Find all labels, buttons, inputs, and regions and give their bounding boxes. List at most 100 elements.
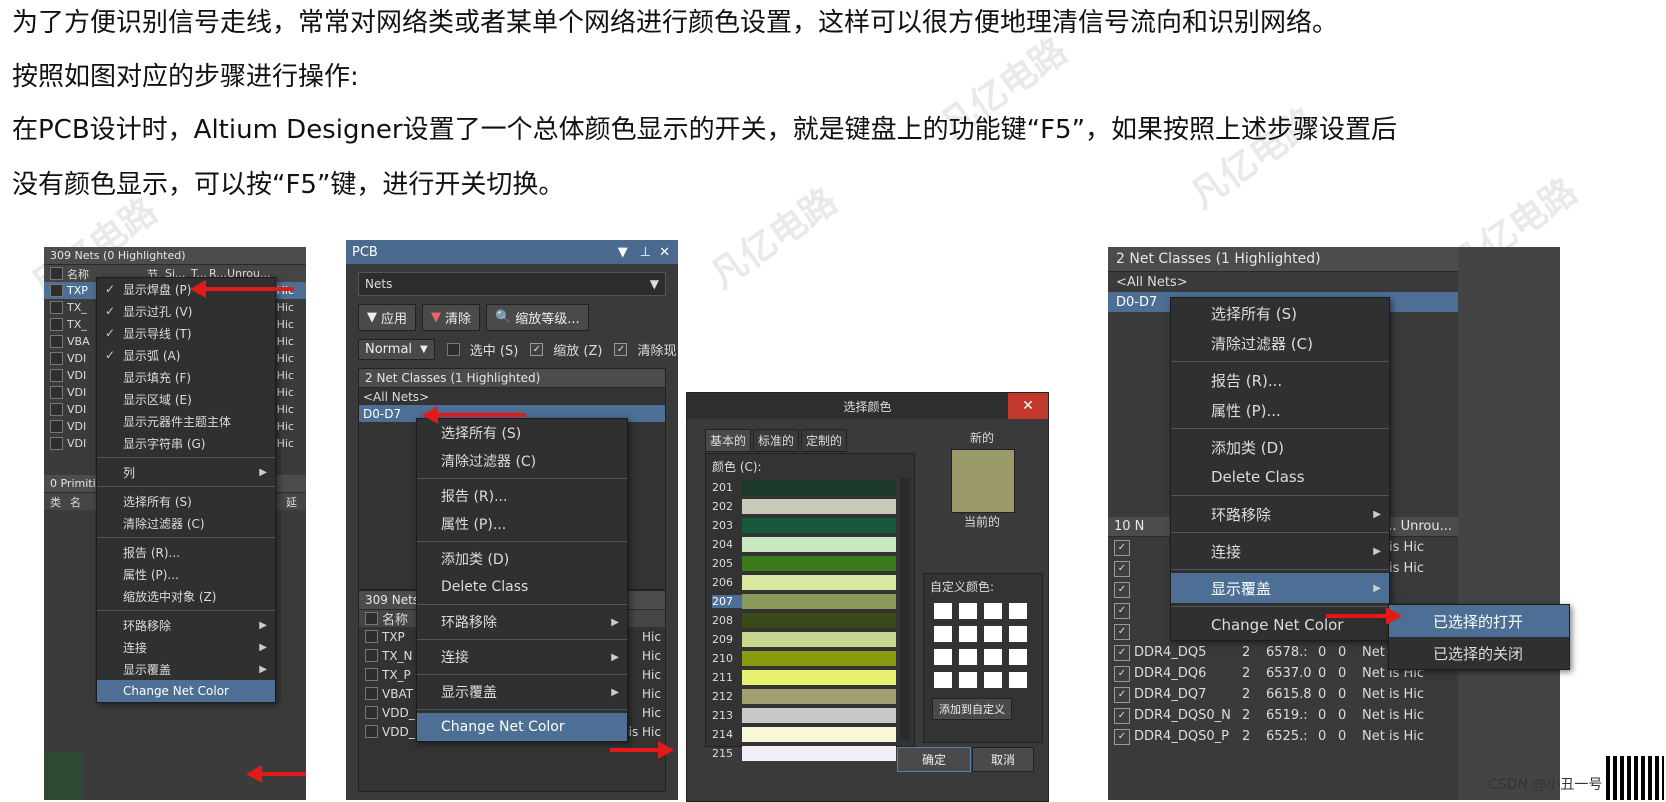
color-swatch-row[interactable]: 206 xyxy=(712,573,896,592)
row-checkbox[interactable]: ✓ xyxy=(1114,728,1130,745)
add-to-custom-button[interactable]: 添加到自定义 xyxy=(932,698,1012,720)
menu-item[interactable]: 属性 (P)... xyxy=(417,510,627,538)
color-swatch[interactable] xyxy=(742,727,896,742)
tab-basic[interactable]: 基本的 xyxy=(705,429,752,452)
row-checkbox[interactable] xyxy=(365,706,378,719)
row-checkbox[interactable] xyxy=(50,369,63,382)
menu-item[interactable]: 添加类 (D) xyxy=(417,545,627,573)
col-class[interactable]: 类 xyxy=(44,494,70,510)
class-row[interactable]: <All Nets> xyxy=(1108,272,1458,292)
menu-item[interactable]: 显示字符串 (G) xyxy=(97,432,275,454)
class-row[interactable]: <All Nets> xyxy=(359,388,665,405)
custom-color-slot[interactable] xyxy=(984,603,1002,619)
menu-item[interactable]: 连接 ▶ xyxy=(1171,536,1389,566)
menu-item[interactable]: 报告 (R)... xyxy=(417,482,627,510)
menu-item[interactable]: 显示元器件主题主体 xyxy=(97,410,275,432)
menu-item[interactable]: 缩放选中对象 (Z) xyxy=(97,585,275,607)
menu-item[interactable]: 连接 ▶ xyxy=(97,636,275,658)
row-checkbox[interactable] xyxy=(50,301,63,314)
color-swatch-row[interactable]: 203 xyxy=(712,516,896,535)
row-checkbox[interactable] xyxy=(365,668,378,681)
menu-item[interactable]: 选择所有 (S) xyxy=(417,419,627,447)
menu-item[interactable]: Delete Class xyxy=(417,573,627,601)
menu-item[interactable]: 选择所有 (S) xyxy=(1171,298,1389,328)
color-swatch[interactable] xyxy=(742,651,896,666)
custom-color-slot[interactable] xyxy=(959,672,977,688)
col-name[interactable]: 名称 xyxy=(382,609,408,628)
color-swatch-row[interactable]: 202 xyxy=(712,497,896,516)
col-unrouted[interactable]: ... Unrou... xyxy=(1384,519,1452,534)
menu-item[interactable]: 添加类 (D) xyxy=(1171,432,1389,462)
color-swatch-row[interactable]: 207 xyxy=(712,592,896,611)
row-checkbox[interactable] xyxy=(50,335,63,348)
row-checkbox[interactable]: ✓ xyxy=(1114,602,1130,619)
menu-item[interactable]: ✓ 显示导线 (T) xyxy=(97,322,275,344)
row-checkbox[interactable] xyxy=(50,284,63,297)
menu-item[interactable]: 属性 (P)... xyxy=(1171,395,1389,425)
custom-color-slot[interactable] xyxy=(1009,672,1027,688)
menu-item[interactable]: Change Net Color xyxy=(97,680,275,702)
close-icon[interactable]: ✕ xyxy=(659,245,670,260)
menu-item[interactable]: 报告 (R)... xyxy=(1171,365,1389,395)
ok-button[interactable]: 确定 xyxy=(897,747,972,772)
color-swatch-row[interactable]: 211 xyxy=(712,668,896,687)
row-checkbox[interactable] xyxy=(50,437,63,450)
menu-item[interactable]: Delete Class xyxy=(1171,462,1389,492)
menu-item[interactable]: Change Net Color xyxy=(417,713,627,741)
color-swatch-row[interactable]: 204 xyxy=(712,535,896,554)
color-swatch-row[interactable]: 210 xyxy=(712,649,896,668)
color-swatch-row[interactable]: 201 xyxy=(712,478,896,497)
custom-color-slot[interactable] xyxy=(934,626,952,642)
color-scrollbar[interactable] xyxy=(900,478,910,740)
color-swatch[interactable] xyxy=(742,670,896,685)
row-checkbox[interactable]: ✓ xyxy=(1114,644,1130,661)
menu-item[interactable]: 列 ▶ xyxy=(97,461,275,483)
tab-custom[interactable]: 定制的 xyxy=(801,429,848,452)
close-icon[interactable]: ✕ xyxy=(1008,393,1048,419)
color-swatch-row[interactable]: 213 xyxy=(712,706,896,725)
menu-item[interactable]: 显示区域 (E) xyxy=(97,388,275,410)
cancel-button[interactable]: 取消 xyxy=(972,747,1035,772)
tab-standard[interactable]: 标准的 xyxy=(753,429,800,452)
custom-color-slot[interactable] xyxy=(1009,649,1027,665)
mode-select[interactable]: Normal ▼ xyxy=(358,339,435,360)
row-checkbox[interactable]: ✓ xyxy=(1114,581,1130,598)
color-swatch-row[interactable]: 205 xyxy=(712,554,896,573)
custom-color-slot[interactable] xyxy=(984,649,1002,665)
color-swatch[interactable] xyxy=(742,480,896,495)
custom-color-slot[interactable] xyxy=(934,603,952,619)
menu-item[interactable]: 清除过滤器 (C) xyxy=(417,447,627,475)
menu-item[interactable]: 连接 ▶ xyxy=(417,643,627,671)
zoom-checkbox[interactable]: ✓ xyxy=(530,343,544,356)
row-checkbox[interactable] xyxy=(50,386,63,399)
color-swatch[interactable] xyxy=(742,556,896,571)
menu-item[interactable]: 清除过滤器 (C) xyxy=(97,512,275,534)
select-checkbox[interactable] xyxy=(446,343,460,356)
clear-existing-checkbox[interactable]: ✓ xyxy=(614,343,628,356)
color-swatch-row[interactable]: 209 xyxy=(712,630,896,649)
row-checkbox[interactable] xyxy=(365,649,378,662)
column-checkbox[interactable] xyxy=(365,612,378,625)
row-checkbox[interactable] xyxy=(365,630,378,643)
column-checkbox[interactable] xyxy=(50,267,63,280)
custom-color-slot[interactable] xyxy=(1009,626,1027,642)
menu-item[interactable]: 清除过滤器 (C) xyxy=(1171,328,1389,358)
menu-item[interactable]: 选择所有 (S) xyxy=(97,490,275,512)
apply-button[interactable]: ▼ 应用 xyxy=(358,304,417,331)
color-swatch[interactable] xyxy=(742,537,896,552)
dropdown-icon[interactable]: ▼ xyxy=(618,245,628,260)
custom-color-slot[interactable] xyxy=(984,672,1002,688)
row-checkbox[interactable] xyxy=(365,687,378,700)
net-row[interactable]: ✓ DDR4_DQ7 2 6615.8 0 0 Net is Hic xyxy=(1108,684,1458,705)
row-checkbox[interactable]: ✓ xyxy=(1114,707,1130,724)
submenu-item[interactable]: 已选择的打开 xyxy=(1389,605,1569,637)
color-swatch[interactable] xyxy=(742,575,896,590)
menu-item[interactable]: 属性 (P)... xyxy=(97,563,275,585)
color-swatch[interactable] xyxy=(742,499,896,514)
row-checkbox[interactable]: ✓ xyxy=(1114,539,1130,556)
custom-color-slot[interactable] xyxy=(1009,603,1027,619)
custom-color-slot[interactable] xyxy=(959,603,977,619)
menu-item[interactable]: 报告 (R)... xyxy=(97,541,275,563)
row-checkbox[interactable]: ✓ xyxy=(1114,665,1130,682)
menu-item[interactable]: 环路移除 ▶ xyxy=(1171,499,1389,529)
